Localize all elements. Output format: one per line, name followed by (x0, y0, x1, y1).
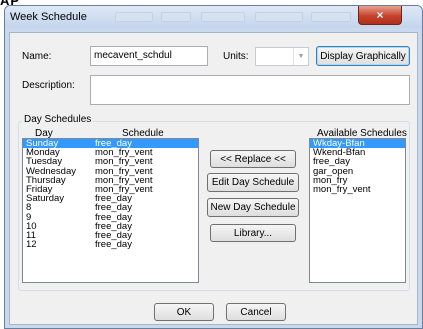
new-day-schedule-button[interactable]: New Day Schedule (207, 198, 299, 217)
cancel-button[interactable]: Cancel (226, 303, 286, 321)
background-tab (161, 12, 191, 22)
day-cell: 12 (26, 239, 37, 251)
replace-button[interactable]: << Replace << (210, 150, 296, 168)
description-label: Description: (22, 80, 75, 91)
library-button[interactable]: Library... (210, 224, 296, 242)
chevron-down-icon: ▼ (293, 48, 308, 65)
day-schedule-list[interactable]: Sunday free_day Monday mon_fry_vent Tuesday m… (22, 138, 199, 283)
available-schedules-list[interactable]: Wkday-Bfan Wkend-Bfan free_day gar_open mon_… (309, 138, 406, 283)
background-tab (115, 12, 153, 22)
schedule-cell: free_day (95, 239, 132, 251)
day-schedules-group-label: Day Schedules (22, 114, 94, 125)
display-graphically-button[interactable]: Display Graphically (316, 46, 410, 66)
background-tab (255, 12, 303, 22)
title-bar[interactable]: Week Schedule × (5, 6, 422, 28)
name-input[interactable]: mecavent_schdul (90, 46, 208, 66)
units-dropdown[interactable]: ▼ (255, 47, 309, 66)
units-label: Units: (223, 51, 249, 62)
available-schedule-item[interactable]: mon_fry_vent (310, 185, 405, 195)
day-cell: Saturday (26, 193, 65, 205)
background-tab (311, 12, 351, 22)
description-input[interactable] (90, 75, 410, 105)
close-icon: × (376, 8, 384, 22)
dialog-content: Name: mecavent_schdul Units: ▼ Display G… (9, 32, 418, 325)
close-button[interactable]: × (358, 6, 402, 25)
name-label: Name: (22, 51, 52, 62)
edit-day-schedule-button[interactable]: Edit Day Schedule (207, 173, 299, 192)
window-title: Week Schedule (10, 11, 87, 23)
background-tab (201, 12, 245, 22)
day-schedule-row[interactable]: 12 free_day (23, 239, 198, 251)
ok-button[interactable]: OK (154, 303, 214, 321)
week-schedule-window: Week Schedule × Name: mecavent_schdul Un… (4, 5, 423, 329)
